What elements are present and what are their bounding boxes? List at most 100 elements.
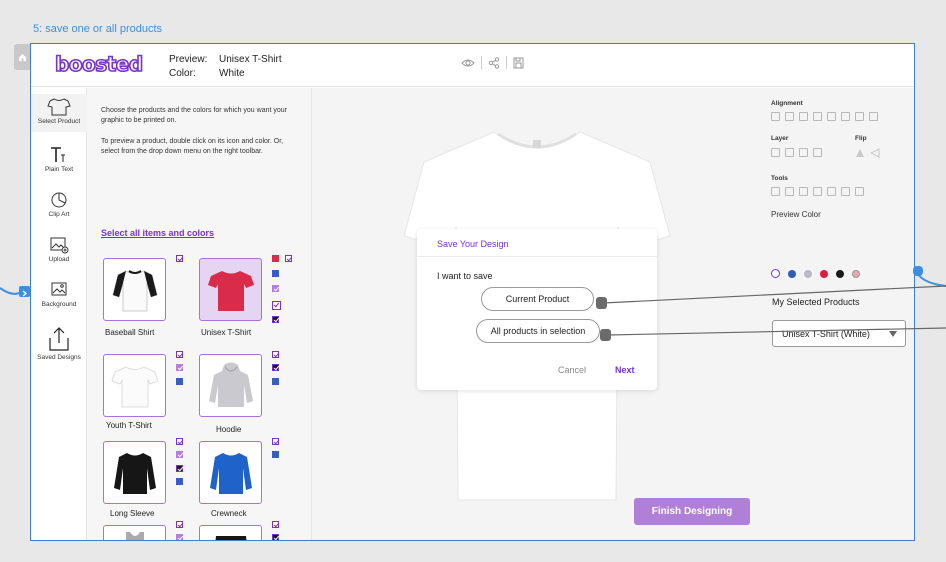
nav-saved-designs[interactable]: Saved Designs: [31, 326, 87, 361]
divider: [417, 256, 657, 257]
save-current-product-button[interactable]: Current Product: [481, 287, 594, 311]
send-backward-icon[interactable]: [799, 148, 808, 157]
tool-navigation: Select Product Plain Text Clip Art Uploa…: [31, 88, 87, 540]
nav-label: Saved Designs: [37, 354, 81, 361]
color-swatch-white[interactable]: [176, 438, 183, 445]
color-swatch-blue[interactable]: [272, 270, 279, 277]
design-canvas[interactable]: Save Your Design I want to save Current …: [312, 88, 763, 540]
flip-vertical-icon[interactable]: [855, 148, 865, 158]
align-right-icon[interactable]: [799, 112, 808, 121]
app-frame: boosted Preview: Unisex T-Shirt Color: Whi…: [30, 43, 915, 541]
copy-icon[interactable]: [799, 187, 808, 196]
product-card-crewneck[interactable]: [199, 441, 262, 504]
baseball-shirt-image: [111, 269, 158, 311]
preview-color-blue[interactable]: [788, 269, 796, 278]
product-card-baseball-shirt[interactable]: [103, 258, 166, 321]
align-top-icon[interactable]: [813, 112, 822, 121]
color-swatch-white[interactable]: [272, 351, 279, 358]
home-icon: [18, 53, 26, 61]
align-left-icon[interactable]: [771, 112, 780, 121]
color-swatch-blue[interactable]: [272, 451, 279, 458]
preview-color-red[interactable]: [820, 269, 828, 278]
brand-logo[interactable]: boosted: [54, 51, 144, 77]
nav-plain-text[interactable]: Plain Text: [31, 146, 87, 173]
flip-horizontal-icon[interactable]: [870, 148, 880, 158]
alignment-tools: [771, 112, 878, 121]
crop-icon[interactable]: [841, 187, 850, 196]
bring-forward-icon[interactable]: [785, 148, 794, 157]
color-swatch-checkbox[interactable]: [176, 255, 183, 262]
save-icon[interactable]: [513, 57, 524, 69]
flip-tools: [855, 148, 880, 158]
color-swatch-black[interactable]: [272, 364, 279, 371]
color-swatch-black[interactable]: [272, 316, 279, 323]
align-center-icon[interactable]: [785, 112, 794, 121]
align-bottom-icon[interactable]: [841, 112, 850, 121]
product-card-tank-top[interactable]: [103, 525, 166, 540]
tools-row: [771, 187, 864, 196]
product-card-youth-tshirt[interactable]: [103, 354, 166, 417]
preview-color-white[interactable]: [771, 269, 780, 278]
preview-color-grey[interactable]: [804, 269, 812, 278]
group-icon[interactable]: [771, 187, 780, 196]
color-swatch-lavender[interactable]: [176, 451, 183, 458]
grid-icon[interactable]: [855, 187, 864, 196]
color-swatch-lavender[interactable]: [272, 285, 279, 292]
nav-background[interactable]: Background: [31, 281, 87, 308]
color-swatch-lavender[interactable]: [176, 364, 183, 371]
nav-label: Clip Art: [48, 211, 70, 218]
color-label: Color:: [169, 68, 196, 79]
color-swatch-blue[interactable]: [176, 378, 183, 385]
dropdown-value: Unisex T-Shirt (White): [782, 328, 870, 339]
background-image-icon: [51, 282, 67, 296]
tools-label: Tools: [771, 175, 788, 182]
send-back-icon[interactable]: [813, 148, 822, 157]
share-icon[interactable]: [488, 56, 500, 69]
select-all-link[interactable]: Select all items and colors: [101, 228, 214, 238]
color-swatch-blue[interactable]: [176, 478, 183, 485]
cancel-button[interactable]: Cancel: [558, 365, 586, 375]
product-card-unisex-tshirt[interactable]: [199, 258, 262, 321]
save-all-products-button[interactable]: All products in selection: [476, 319, 600, 343]
bring-front-icon[interactable]: [771, 148, 780, 157]
color-swatch-white[interactable]: [176, 351, 183, 358]
color-swatch-black[interactable]: [272, 534, 279, 540]
nav-upload[interactable]: Upload: [31, 236, 87, 263]
panel-help: To preview a product, double click on it…: [101, 138, 284, 155]
product-card-hoodie[interactable]: [199, 354, 262, 417]
preview-label: Preview:: [169, 54, 208, 65]
flow-connector-in: [19, 286, 30, 297]
color-swatch-blue[interactable]: [272, 378, 279, 385]
distribute-icon[interactable]: [855, 112, 864, 121]
color-swatch-lavender[interactable]: [176, 534, 183, 540]
tshirt-outline-icon: [47, 98, 71, 116]
selected-product-dropdown[interactable]: Unisex T-Shirt (White): [772, 320, 906, 347]
next-button[interactable]: Next: [615, 365, 635, 375]
color-swatch-white[interactable]: [176, 521, 183, 528]
preview-color-pink[interactable]: [852, 269, 860, 278]
color-swatch-white[interactable]: [285, 255, 292, 262]
color-swatch-white[interactable]: [272, 521, 279, 528]
product-card-shorts[interactable]: [199, 525, 262, 540]
distribute-vertical-icon[interactable]: [869, 112, 878, 121]
finish-designing-button[interactable]: Finish Designing: [634, 498, 750, 525]
color-swatch-white[interactable]: [272, 438, 279, 445]
blue-crewneck-image: [209, 452, 252, 494]
nav-select-product[interactable]: Select Product: [31, 94, 87, 132]
duplicate-icon[interactable]: [785, 187, 794, 196]
color-swatch-selected[interactable]: [272, 301, 281, 310]
product-card-long-sleeve[interactable]: [103, 441, 166, 504]
home-tab[interactable]: [14, 44, 30, 70]
resize-icon[interactable]: [827, 187, 836, 196]
align-middle-icon[interactable]: [827, 112, 836, 121]
nav-clip-art[interactable]: Clip Art: [31, 191, 87, 218]
color-swatch-black[interactable]: [176, 465, 183, 472]
eye-icon[interactable]: [461, 58, 475, 68]
color-swatch-red[interactable]: [272, 255, 279, 262]
preview-color-black[interactable]: [836, 269, 844, 278]
grey-hoodie-image: [208, 362, 253, 407]
dialog-title: Save Your Design: [437, 239, 509, 249]
delete-icon[interactable]: [813, 187, 822, 196]
upload-image-icon: [50, 237, 69, 254]
flip-label: Flip: [855, 135, 867, 142]
